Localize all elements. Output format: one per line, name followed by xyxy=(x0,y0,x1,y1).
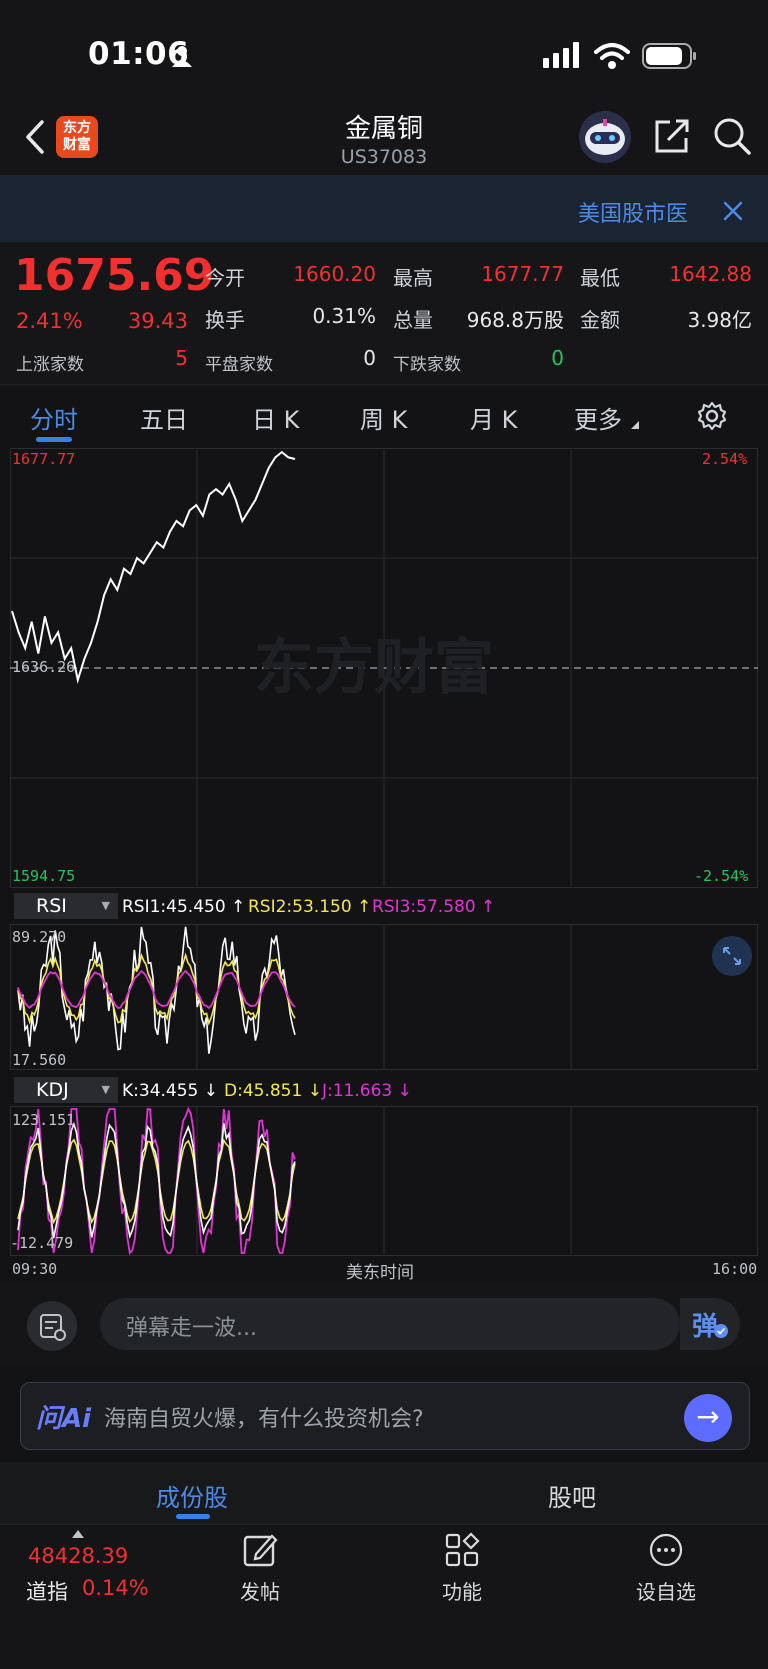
rsi-min: 17.560 xyxy=(12,1051,67,1069)
kdj-max: 123.151 xyxy=(12,1111,76,1129)
signal-icon xyxy=(543,42,579,68)
turnover-value: 0.31% xyxy=(312,304,376,328)
more-dots-icon[interactable] xyxy=(648,1532,684,1568)
time-end: 16:00 xyxy=(712,1260,758,1278)
tab-forum[interactable]: 股吧 xyxy=(548,1478,596,1513)
banner-text[interactable]: 美国股市医 xyxy=(578,196,688,228)
arrow-right-icon[interactable]: → xyxy=(684,1394,732,1442)
kdj-chart[interactable] xyxy=(10,1106,758,1256)
chart-top-pct: 2.54% xyxy=(702,450,748,468)
ai-prompt[interactable]: 海南自贸火爆，有什么投资机会? xyxy=(104,1401,424,1433)
high-label: 最高 xyxy=(393,266,433,290)
dow-index-value[interactable]: 48428.39 xyxy=(28,1544,128,1568)
kdj-k-value: K:34.455 ↓ xyxy=(122,1081,219,1101)
dow-index-name[interactable]: 道指 xyxy=(26,1576,68,1606)
tab-weekly-k[interactable]: 周 K xyxy=(360,400,407,435)
intraday-price-chart[interactable]: 东方财富 xyxy=(10,448,758,888)
down-count: 0 xyxy=(551,346,564,370)
ai-logo: 问Ai xyxy=(36,1404,92,1434)
wifi-icon xyxy=(594,43,630,69)
tab-daily-k[interactable]: 日 K xyxy=(252,400,299,435)
rsi-chart[interactable] xyxy=(10,924,758,1070)
volume-label: 总量 xyxy=(393,308,433,332)
person-icon xyxy=(172,46,192,67)
chart-bottom-price: 1594.75 xyxy=(12,867,76,885)
kdj-indicator-selector[interactable]: KDJ ▼ xyxy=(14,1077,118,1103)
share-icon[interactable] xyxy=(652,116,692,156)
rsi-max: 89.270 xyxy=(12,928,67,946)
chart-watermark: 东方财富 xyxy=(254,633,494,703)
time-start: 09:30 xyxy=(12,1260,58,1278)
tab-constituents[interactable]: 成份股 xyxy=(156,1478,228,1513)
down-count-label: 下跌家数 xyxy=(393,355,461,375)
expand-up-icon[interactable] xyxy=(72,1530,84,1538)
rsi3-line xyxy=(17,969,296,1010)
function-grid-icon[interactable] xyxy=(444,1532,480,1568)
rsi1-value: RSI1:45.450 ↑ xyxy=(122,897,246,917)
kdj-d-value: D:45.851 ↓ xyxy=(224,1081,322,1101)
kdj-j-value: J:11.663 ↓ xyxy=(322,1081,412,1101)
flat-count-label: 平盘家数 xyxy=(205,355,273,375)
rsi-indicator-selector[interactable]: RSI ▼ xyxy=(14,893,118,919)
danmaku-settings-icon[interactable] xyxy=(26,1300,78,1352)
dropdown-icon: ▼ xyxy=(101,1083,110,1096)
kdj-min: -12.479 xyxy=(10,1234,74,1252)
current-price: 1675.69 xyxy=(14,250,215,301)
turnover-label: 换手 xyxy=(205,308,245,332)
rsi2-value: RSI2:53.150 ↑ xyxy=(248,897,372,917)
change-percent: 2.41% xyxy=(16,309,83,333)
open-label: 今开 xyxy=(205,266,245,290)
active-bottom-tab-indicator xyxy=(176,1514,210,1519)
tab-monthly-k[interactable]: 月 K xyxy=(470,400,517,435)
function-button[interactable]: 功能 xyxy=(412,1576,512,1605)
up-count-label: 上涨家数 xyxy=(16,355,84,375)
amount-value: 3.98亿 xyxy=(687,308,752,332)
bottom-content-tabs xyxy=(0,1462,768,1525)
search-icon[interactable] xyxy=(712,116,752,156)
chart-mid-price: 1636.26 xyxy=(12,658,76,676)
open-value: 1660.20 xyxy=(293,262,376,286)
settings-gear-icon[interactable] xyxy=(697,401,727,431)
battery-icon xyxy=(642,43,696,69)
change-amount: 39.43 xyxy=(127,309,188,333)
expand-icon[interactable] xyxy=(712,936,752,976)
add-watchlist-button[interactable]: 设自选 xyxy=(616,1576,716,1605)
robot-assistant-icon[interactable] xyxy=(578,110,632,164)
active-tab-indicator xyxy=(36,437,72,442)
dropdown-icon: ▼ xyxy=(101,899,110,912)
low-value: 1642.88 xyxy=(669,262,752,286)
tab-intraday[interactable]: 分时 xyxy=(30,400,78,435)
dow-index-pct[interactable]: 0.14% xyxy=(82,1576,149,1600)
more-triangle-icon xyxy=(631,421,639,429)
chart-top-price: 1677.77 xyxy=(12,450,76,468)
time-zone-label: 美东时间 xyxy=(346,1263,414,1283)
edit-post-icon[interactable] xyxy=(242,1532,278,1568)
up-count: 5 xyxy=(175,346,188,370)
rsi2-line xyxy=(17,952,296,1026)
check-badge-icon xyxy=(714,1324,728,1338)
rsi3-value: RSI3:57.580 ↑ xyxy=(372,897,496,917)
low-label: 最低 xyxy=(580,266,620,290)
flat-count: 0 xyxy=(363,346,376,370)
price-series-line xyxy=(11,450,296,684)
tab-five-day[interactable]: 五日 xyxy=(140,400,188,435)
volume-value: 968.8万股 xyxy=(466,308,564,332)
close-icon[interactable] xyxy=(722,200,744,222)
amount-label: 金额 xyxy=(580,308,620,332)
tab-more[interactable]: 更多 xyxy=(574,400,622,435)
danmaku-placeholder: 弹幕走一波... xyxy=(126,1316,257,1341)
high-value: 1677.77 xyxy=(481,262,564,286)
chart-bottom-pct: -2.54% xyxy=(694,867,749,885)
post-button[interactable]: 发帖 xyxy=(210,1576,310,1605)
